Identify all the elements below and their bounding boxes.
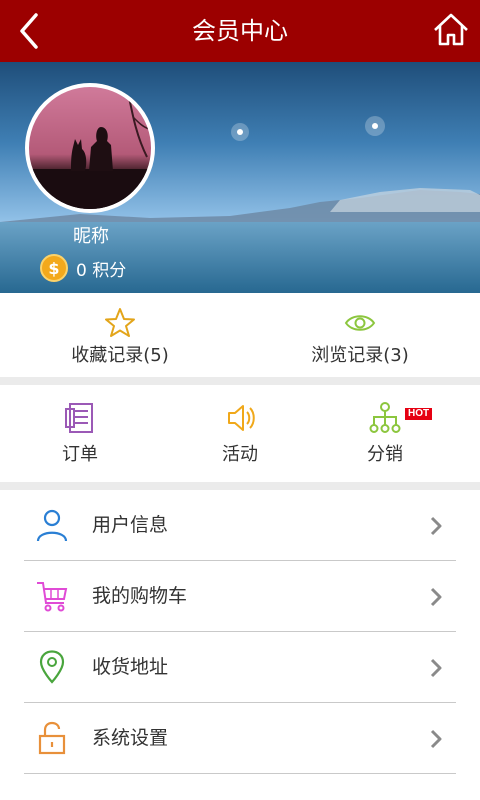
coin-icon: $ [40, 254, 68, 282]
activities-button[interactable]: 活动 [160, 385, 320, 482]
hot-badge: HOT [405, 408, 433, 420]
stats-bar: 收藏记录(5) 浏览记录(3) [0, 293, 480, 377]
profile-banner: 昵称 $ 0 积分 [0, 62, 480, 293]
user-icon [36, 509, 68, 542]
menu-item-label: 收货地址 [92, 656, 169, 678]
menu-item-label: 系统设置 [92, 727, 169, 749]
order-icon [65, 403, 93, 433]
star-icon [105, 308, 135, 337]
chevron-right-icon [430, 729, 442, 749]
home-button[interactable] [432, 10, 470, 50]
speaker-icon [228, 405, 255, 431]
menu-item-user-info[interactable]: 用户信息 [24, 490, 456, 561]
avatar[interactable] [25, 83, 155, 213]
network-icon [369, 402, 401, 433]
menu-list: 用户信息 我的购物车 收货地址 系统设置 [0, 490, 480, 800]
lock-icon [38, 721, 66, 755]
chevron-right-icon [430, 516, 442, 536]
avatar-image [29, 96, 151, 209]
quick-actions: 订单 活动 分销 [0, 385, 480, 482]
favorites-label: 收藏记录(5) [71, 345, 169, 366]
favorites-button[interactable]: 收藏记录(5) [0, 293, 240, 377]
menu-item-address[interactable]: 收货地址 [24, 632, 456, 703]
activities-label: 活动 [222, 444, 258, 465]
orders-label: 订单 [62, 444, 98, 465]
chevron-right-icon [430, 587, 442, 607]
home-icon [434, 13, 468, 46]
menu-item-label: 我的购物车 [92, 585, 188, 607]
chevron-right-icon [430, 658, 442, 678]
menu-item-settings[interactable]: 系统设置 [24, 703, 456, 774]
cart-icon [37, 582, 68, 612]
distribution-button[interactable]: 分销 [305, 385, 465, 482]
nickname: 昵称 [73, 226, 109, 247]
page-title: 会员中心 [192, 17, 288, 45]
menu-item-cart[interactable]: 我的购物车 [24, 561, 456, 632]
top-bar: 会员中心 [0, 0, 480, 62]
points-text: 0 积分 [76, 260, 127, 281]
menu-item-label: 用户信息 [92, 514, 169, 536]
location-icon [39, 650, 65, 684]
distribution-label: 分销 [367, 444, 403, 465]
history-label: 浏览记录(3) [311, 345, 409, 366]
eye-icon [344, 315, 376, 331]
points: $ 0 积分 [40, 253, 126, 283]
history-button[interactable]: 浏览记录(3) [240, 293, 480, 377]
orders-button[interactable]: 订单 [0, 385, 160, 482]
